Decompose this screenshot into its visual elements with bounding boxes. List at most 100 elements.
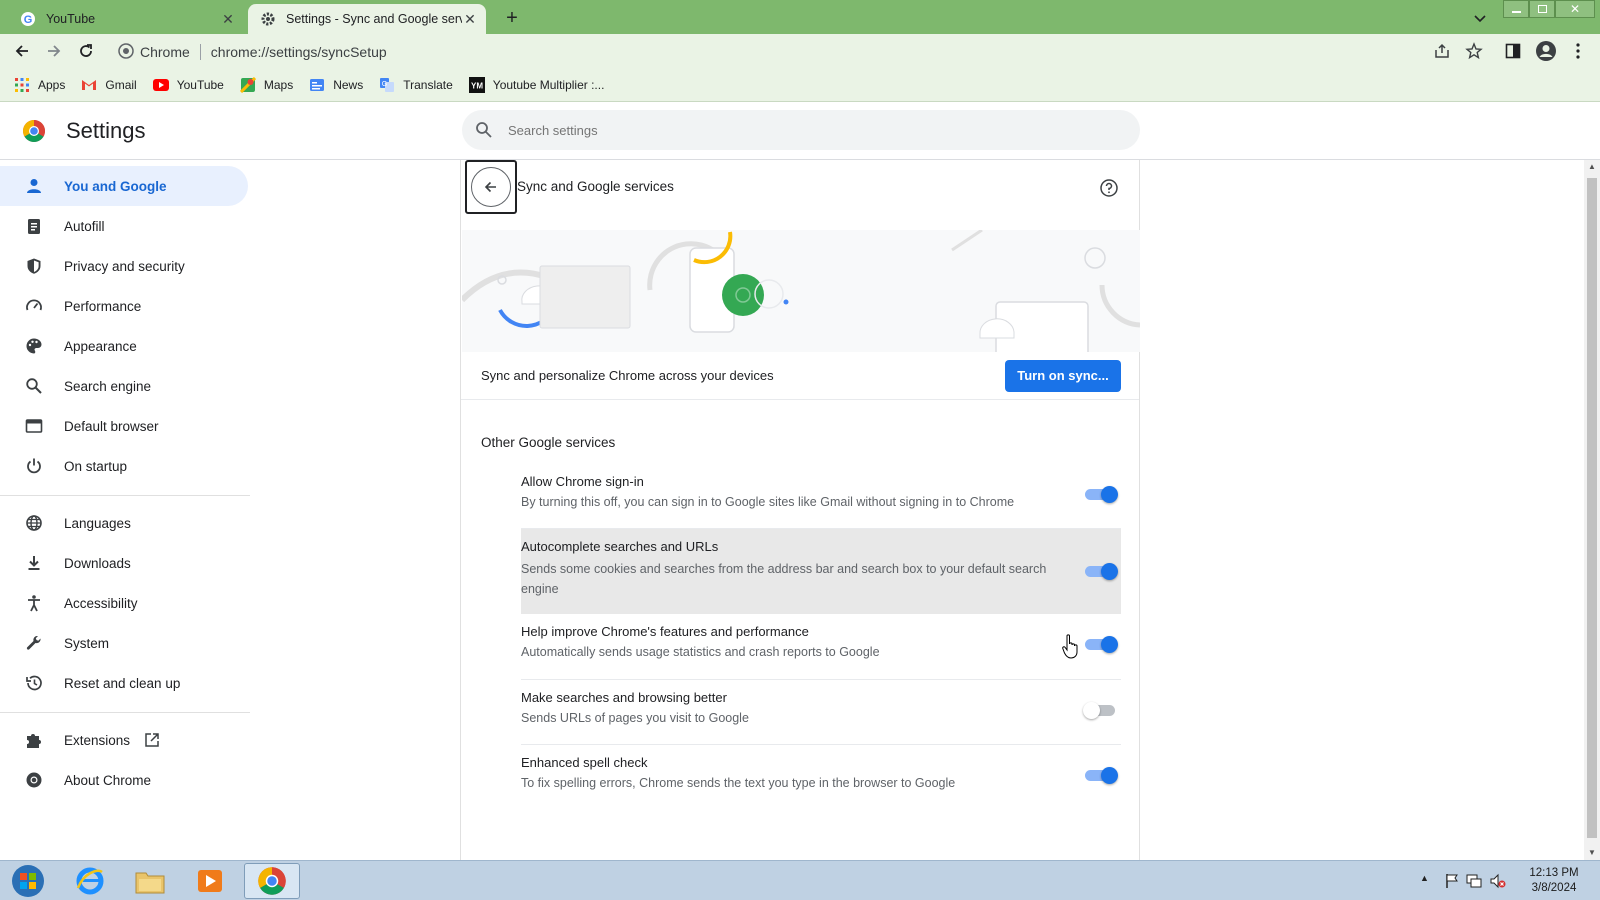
hand-cursor-icon (1062, 634, 1080, 660)
bookmark-apps[interactable]: Apps (14, 77, 65, 93)
setting-row-make-searches-better: Make searches and browsing better Sends … (521, 679, 1121, 744)
google-favicon-icon: G (20, 11, 36, 27)
divider (199, 43, 201, 60)
system-clock[interactable]: 12:13 PM 3/8/2024 (1516, 866, 1592, 896)
bookmark-news[interactable]: News (309, 77, 363, 93)
sidebar-item-privacy-and-security[interactable]: Privacy and security (0, 246, 248, 286)
flag-icon[interactable] (1444, 873, 1460, 889)
sidebar-item-downloads[interactable]: Downloads (0, 543, 248, 583)
profile-avatar-icon[interactable] (1534, 39, 1558, 63)
setting-description: Sends some cookies and searches from the… (521, 562, 1047, 596)
bookmark-gmail[interactable]: Gmail (81, 77, 137, 93)
bookmark-translate[interactable]: G Translate (379, 77, 453, 93)
scroll-down-arrow-icon[interactable]: ▼ (1588, 848, 1596, 857)
wrench-icon (24, 633, 44, 653)
sidebar-item-reset-and-clean-up[interactable]: Reset and clean up (0, 663, 248, 703)
section-title: Other Google services (481, 435, 616, 450)
sidebar-item-about-chrome[interactable]: About Chrome (0, 760, 248, 800)
sidebar-item-you-and-google[interactable]: You and Google (0, 166, 248, 206)
back-arrow-icon[interactable] (10, 39, 34, 63)
sidebar-item-label: You and Google (64, 178, 167, 194)
chevron-down-icon[interactable] (1470, 8, 1490, 28)
tab-youtube[interactable]: G YouTube ✕ (8, 4, 244, 34)
close-window-button[interactable]: ✕ (1555, 0, 1595, 18)
svg-text:G: G (24, 14, 33, 26)
sidebar-item-autofill[interactable]: Autofill (0, 206, 248, 246)
restore-button[interactable] (1529, 0, 1555, 18)
sync-row: Sync and personalize Chrome across your … (461, 352, 1139, 400)
enhanced-spell-check-toggle[interactable] (1083, 765, 1119, 785)
back-arrow-icon (471, 167, 511, 207)
clock-time: 12:13 PM (1529, 867, 1579, 879)
power-icon (24, 456, 44, 476)
sidebar-item-on-startup[interactable]: On startup (0, 446, 248, 486)
turn-on-sync-button[interactable]: Turn on sync... (1005, 360, 1121, 392)
side-panel-icon[interactable] (1501, 39, 1525, 63)
accessibility-icon (24, 593, 44, 613)
page-title: Settings (66, 118, 146, 143)
search-input[interactable] (508, 122, 1108, 138)
close-icon[interactable]: ✕ (462, 11, 478, 27)
chrome-taskbar-button[interactable] (244, 863, 300, 899)
bookmark-youtube[interactable]: YouTube (152, 77, 224, 93)
close-icon[interactable]: ✕ (220, 11, 236, 27)
sidebar-item-appearance[interactable]: Appearance (0, 326, 248, 366)
star-icon[interactable] (1462, 39, 1486, 63)
maps-icon (239, 76, 256, 93)
open-in-new-icon (144, 732, 160, 748)
setting-description: To fix spelling errors, Chrome sends the… (521, 776, 956, 790)
tab-settings[interactable]: Settings - Sync and Google servi ✕ (248, 4, 486, 34)
sidebar-item-performance[interactable]: Performance (0, 286, 248, 326)
forward-arrow-icon[interactable] (42, 39, 66, 63)
clipboard-icon (24, 216, 44, 236)
autocomplete-searches-toggle[interactable] (1083, 561, 1119, 581)
scroll-up-arrow-icon[interactable]: ▲ (1588, 162, 1596, 171)
media-player-icon[interactable] (182, 863, 238, 899)
setting-title: Make searches and browsing better (521, 690, 727, 705)
svg-text:G: G (382, 81, 387, 88)
sidebar-item-search-engine[interactable]: Search engine (0, 366, 248, 406)
download-icon (24, 553, 44, 573)
tab-title: YouTube (46, 12, 96, 26)
make-searches-better-toggle[interactable] (1083, 700, 1119, 720)
internet-explorer-icon[interactable] (62, 863, 118, 899)
new-tab-button[interactable]: + (500, 7, 524, 31)
help-icon[interactable] (1099, 178, 1119, 198)
scrollbar-thumb[interactable] (1587, 178, 1597, 838)
network-icon[interactable] (1466, 873, 1482, 889)
more-menu-icon[interactable] (1566, 39, 1590, 63)
sidebar-item-accessibility[interactable]: Accessibility (0, 583, 248, 623)
search-icon (474, 120, 494, 140)
sidebar-item-label: On startup (64, 458, 128, 474)
bookmarks-bar: Apps Gmail YouTube Maps News G Translate… (0, 68, 1600, 102)
show-hidden-icons-arrow[interactable]: ▲ (1420, 873, 1436, 889)
share-icon[interactable] (1430, 39, 1454, 63)
sidebar-item-label: Default browser (64, 418, 159, 434)
search-settings-box[interactable] (462, 110, 1140, 150)
url-text[interactable]: chrome://settings/syncSetup (211, 44, 387, 60)
page-scrollbar[interactable]: ▲ ▼ (1584, 160, 1600, 860)
divider (0, 495, 250, 496)
sidebar-item-default-browser[interactable]: Default browser (0, 406, 248, 446)
sidebar-item-extensions[interactable]: Extensions (0, 720, 248, 760)
start-button[interactable] (0, 863, 56, 899)
sidebar-item-languages[interactable]: Languages (0, 503, 248, 543)
bookmark-label: Maps (263, 77, 294, 92)
address-bar[interactable]: Chrome chrome://settings/syncSetup (112, 38, 1482, 65)
toolbar: Chrome chrome://settings/syncSetup (0, 34, 1600, 68)
sidebar-item-label: System (64, 635, 110, 651)
minimize-button[interactable] (1503, 0, 1529, 18)
sidebar-item-system[interactable]: System (0, 623, 248, 663)
file-explorer-icon[interactable] (122, 863, 178, 899)
bookmark-maps[interactable]: Maps (239, 76, 294, 93)
volume-muted-icon[interactable] (1490, 873, 1506, 889)
help-improve-chrome-toggle[interactable] (1083, 634, 1119, 654)
clock-date: 3/8/2024 (1531, 882, 1577, 894)
allow-chrome-sign-in-toggle[interactable] (1083, 484, 1119, 504)
bookmark-label: News (333, 77, 364, 92)
back-button[interactable] (465, 160, 517, 214)
setting-row-help-improve-chrome: Help improve Chrome's features and perfo… (521, 614, 1121, 679)
reload-icon[interactable] (74, 39, 98, 63)
bookmark-youtube-multiplier[interactable]: YM Youtube Multiplier :... (468, 76, 604, 93)
sidebar-item-label: Reset and clean up (64, 675, 181, 691)
